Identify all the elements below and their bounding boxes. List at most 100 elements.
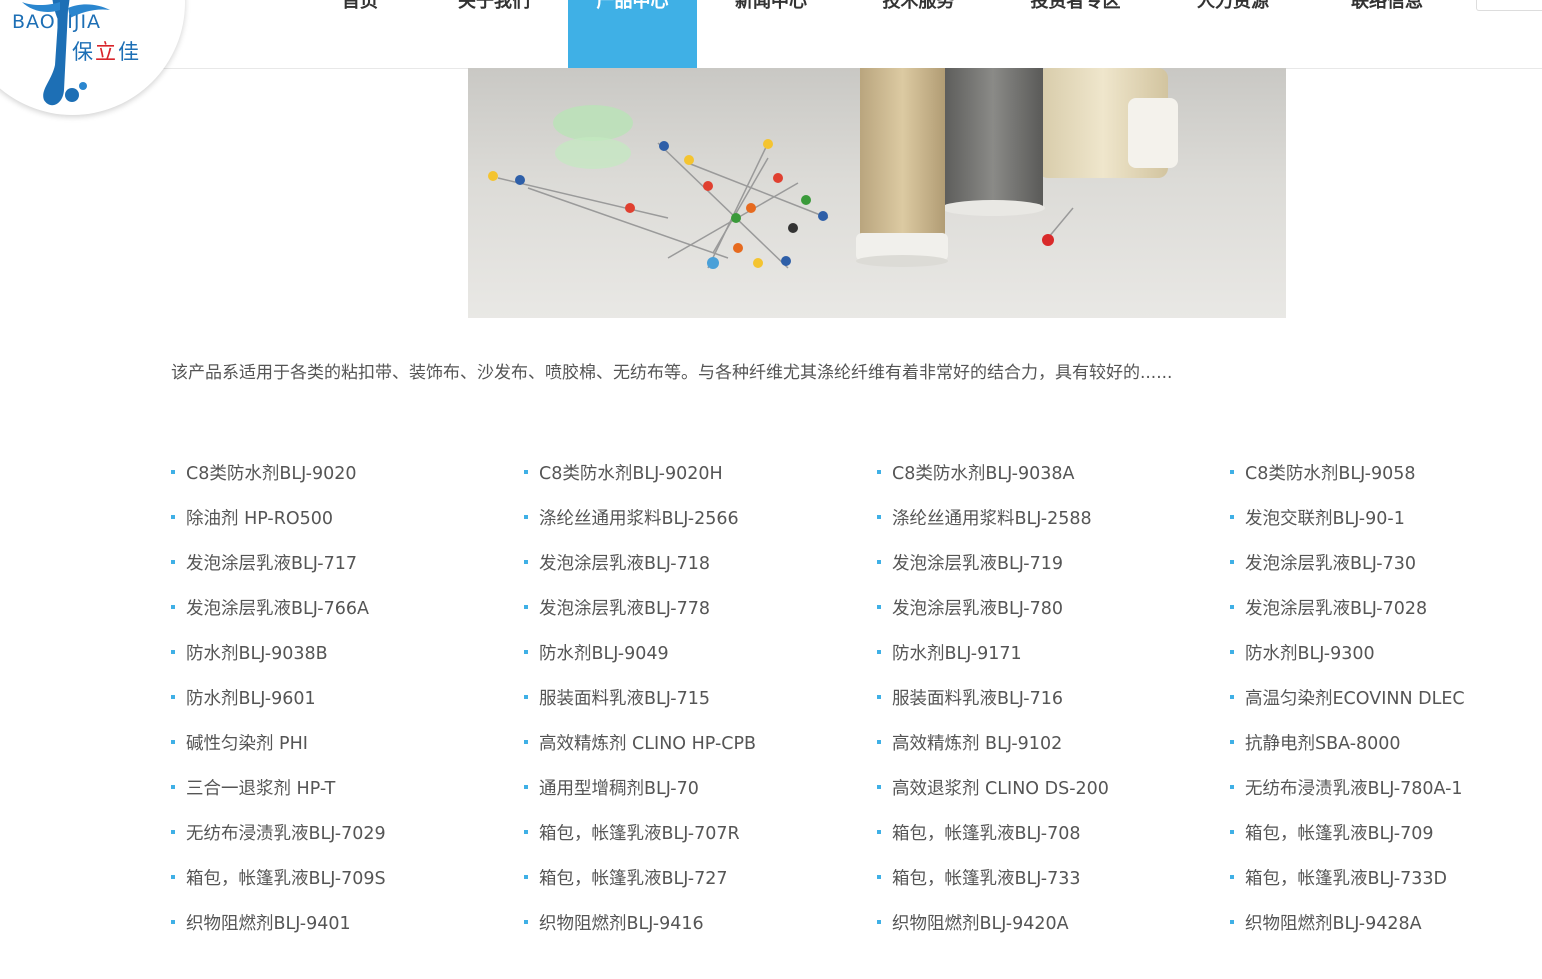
product-link-label: 发泡涂层乳液BLJ-730 — [1245, 553, 1417, 574]
product-link[interactable]: 高效精炼剂 BLJ-9102 — [877, 725, 1230, 759]
product-link[interactable]: 发泡涂层乳液BLJ-717 — [171, 545, 524, 579]
product-link[interactable]: 箱包，帐篷乳液BLJ-709 — [1230, 815, 1531, 849]
bullet-icon — [1230, 560, 1234, 564]
bullet-icon — [171, 830, 175, 834]
product-link[interactable]: 无纺布浸渍乳液BLJ-780A-1 — [1230, 770, 1531, 804]
product-link[interactable]: 发泡涂层乳液BLJ-766A — [171, 590, 524, 624]
bullet-icon — [524, 695, 528, 699]
product-link-label: 涤纶丝通用浆料BLJ-2588 — [892, 508, 1092, 529]
nav-item-news[interactable]: 新闻中心 — [697, 0, 845, 68]
product-link[interactable]: 高效退浆剂 CLINO DS-200 — [877, 770, 1230, 804]
product-link[interactable]: 高效精炼剂 CLINO HP-CPB — [524, 725, 877, 759]
product-link-label: 碱性匀染剂 PHI — [186, 733, 308, 754]
nav-item-about[interactable]: 关于我们 — [420, 0, 568, 68]
bullet-icon — [877, 830, 881, 834]
product-link-label: 防水剂BLJ-9300 — [1245, 643, 1375, 664]
product-link-label: 抗静电剂SBA-8000 — [1245, 733, 1401, 754]
product-link-label: 高效精炼剂 CLINO HP-CPB — [539, 733, 757, 754]
bullet-icon — [171, 470, 175, 474]
bullet-icon — [877, 560, 881, 564]
product-list: C8类防水剂BLJ-9020 C8类防水剂BLJ-9020H C8类防水剂BLJ-9… — [171, 455, 1531, 950]
product-link-label: 高效退浆剂 CLINO DS-200 — [892, 778, 1109, 799]
product-link-label: 箱包，帐篷乳液BLJ-709 — [1245, 823, 1434, 844]
product-link[interactable]: 织物阻燃剂BLJ-9401 — [171, 905, 524, 939]
nav-item-products[interactable]: 产品中心 — [568, 0, 697, 68]
product-link[interactable]: 发泡涂层乳液BLJ-780 — [877, 590, 1230, 624]
product-link[interactable]: C8类防水剂BLJ-9038A — [877, 455, 1230, 489]
search-input[interactable] — [1476, 0, 1542, 11]
product-link[interactable]: 织物阻燃剂BLJ-9428A — [1230, 905, 1531, 939]
bullet-icon — [1230, 875, 1234, 879]
product-link[interactable]: 除油剂 HP-RO500 — [171, 500, 524, 534]
product-link[interactable]: 防水剂BLJ-9171 — [877, 635, 1230, 669]
product-link[interactable]: 发泡涂层乳液BLJ-778 — [524, 590, 877, 624]
product-link[interactable]: C8类防水剂BLJ-9058 — [1230, 455, 1531, 489]
bullet-icon — [1230, 920, 1234, 924]
bullet-icon — [524, 605, 528, 609]
bullet-icon — [524, 875, 528, 879]
company-logo[interactable]: BAOLIJIA 保立佳 — [0, 0, 185, 115]
nav-item-investors[interactable]: 投资者专区 — [992, 0, 1159, 68]
bullet-icon — [524, 515, 528, 519]
bullet-icon — [171, 560, 175, 564]
product-link[interactable]: 无纺布浸渍乳液BLJ-7029 — [171, 815, 524, 849]
bullet-icon — [1230, 695, 1234, 699]
bullet-icon — [1230, 785, 1234, 789]
product-link[interactable]: 涤纶丝通用浆料BLJ-2566 — [524, 500, 877, 534]
product-link-label: 发泡涂层乳液BLJ-717 — [186, 553, 358, 574]
bullet-icon — [1230, 650, 1234, 654]
product-link[interactable]: 箱包，帐篷乳液BLJ-707R — [524, 815, 877, 849]
product-link-label: 防水剂BLJ-9049 — [539, 643, 669, 664]
product-link[interactable]: 织物阻燃剂BLJ-9420A — [877, 905, 1230, 939]
product-link[interactable]: 服装面料乳液BLJ-715 — [524, 680, 877, 714]
nav-item-tech-service[interactable]: 技术服务 — [845, 0, 992, 68]
bullet-icon — [171, 605, 175, 609]
product-link-label: C8类防水剂BLJ-9058 — [1245, 463, 1416, 484]
nav-item-contact[interactable]: 联络信息 — [1307, 0, 1467, 68]
product-link[interactable]: 防水剂BLJ-9049 — [524, 635, 877, 669]
product-link-label: 箱包，帐篷乳液BLJ-707R — [539, 823, 740, 844]
product-link[interactable]: 发泡涂层乳液BLJ-730 — [1230, 545, 1531, 579]
bullet-icon — [877, 785, 881, 789]
product-link-label: C8类防水剂BLJ-9020H — [539, 463, 723, 484]
product-link[interactable]: 发泡涂层乳液BLJ-7028 — [1230, 590, 1531, 624]
product-link[interactable]: 箱包，帐篷乳液BLJ-733D — [1230, 860, 1531, 894]
bullet-icon — [1230, 605, 1234, 609]
product-link[interactable]: 箱包，帐篷乳液BLJ-733 — [877, 860, 1230, 894]
product-link[interactable]: 三合一退浆剂 HP-T — [171, 770, 524, 804]
product-link[interactable]: 箱包，帐篷乳液BLJ-727 — [524, 860, 877, 894]
bullet-icon — [171, 650, 175, 654]
product-link[interactable]: 发泡涂层乳液BLJ-719 — [877, 545, 1230, 579]
bullet-icon — [877, 740, 881, 744]
product-link[interactable]: 防水剂BLJ-9038B — [171, 635, 524, 669]
product-link[interactable]: 碱性匀染剂 PHI — [171, 725, 524, 759]
product-link-label: 发泡涂层乳液BLJ-718 — [539, 553, 711, 574]
product-link[interactable]: C8类防水剂BLJ-9020H — [524, 455, 877, 489]
bullet-icon — [524, 785, 528, 789]
bullet-icon — [171, 875, 175, 879]
product-link[interactable]: C8类防水剂BLJ-9020 — [171, 455, 524, 489]
product-link-label: 织物阻燃剂BLJ-9401 — [186, 913, 351, 934]
product-link[interactable]: 织物阻燃剂BLJ-9416 — [524, 905, 877, 939]
product-link-label: 防水剂BLJ-9601 — [186, 688, 316, 709]
product-link[interactable]: 服装面料乳液BLJ-716 — [877, 680, 1230, 714]
product-link-label: 无纺布浸渍乳液BLJ-780A-1 — [1245, 778, 1463, 799]
product-link[interactable]: 高温匀染剂ECOVINN DLEC — [1230, 680, 1531, 714]
product-link-label: 织物阻燃剂BLJ-9428A — [1245, 913, 1422, 934]
product-link[interactable]: 抗静电剂SBA-8000 — [1230, 725, 1531, 759]
bullet-icon — [524, 470, 528, 474]
product-link[interactable]: 发泡涂层乳液BLJ-718 — [524, 545, 877, 579]
product-link-label: 防水剂BLJ-9171 — [892, 643, 1022, 664]
site-header: BAOLIJIA 保立佳 首页 关于我们 产品中心 新闻中心 技术服务 投资者专… — [0, 0, 1542, 115]
nav-item-hr[interactable]: 人力资源 — [1159, 0, 1307, 68]
bullet-icon — [524, 560, 528, 564]
product-link[interactable]: 防水剂BLJ-9300 — [1230, 635, 1531, 669]
product-link-label: 箱包，帐篷乳液BLJ-727 — [539, 868, 728, 889]
product-link[interactable]: 通用型增稠剂BLJ-70 — [524, 770, 877, 804]
product-link[interactable]: 防水剂BLJ-9601 — [171, 680, 524, 714]
product-link[interactable]: 箱包，帐篷乳液BLJ-709S — [171, 860, 524, 894]
product-link[interactable]: 涤纶丝通用浆料BLJ-2588 — [877, 500, 1230, 534]
product-link[interactable]: 箱包，帐篷乳液BLJ-708 — [877, 815, 1230, 849]
nav-item-home[interactable]: 首页 — [300, 0, 420, 68]
product-link[interactable]: 发泡交联剂BLJ-90-1 — [1230, 500, 1531, 534]
